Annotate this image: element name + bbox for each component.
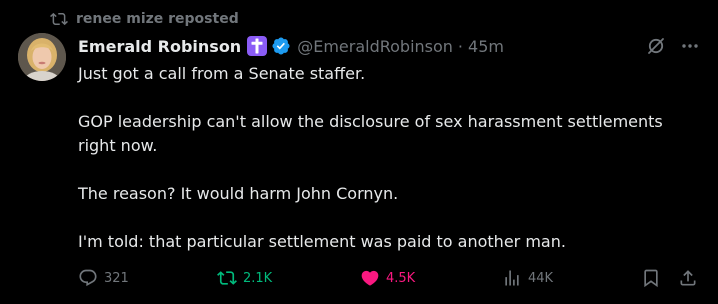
repost-banner[interactable]: renee mize reposted: [50, 9, 239, 29]
tweet-paragraph: I'm told: that particular settlement was…: [78, 232, 566, 251]
repost-button[interactable]: 2.1K: [217, 266, 272, 290]
views-button[interactable]: 44K: [502, 266, 553, 290]
share-icon: [680, 270, 696, 286]
reply-icon: [79, 269, 97, 287]
author-header: Emerald Robinson @EmeraldRobinson · 45m: [78, 34, 504, 58]
more-options-icon[interactable]: [680, 36, 700, 56]
like-button[interactable]: 4.5K: [360, 266, 415, 290]
tweet-text: Just got a call from a Senate staffer. G…: [78, 62, 698, 254]
views-icon: [505, 270, 519, 286]
repost-count: 2.1K: [243, 270, 273, 286]
action-bar: 321 2.1K 4.5K 44K: [78, 266, 702, 290]
verified-badge-icon[interactable]: [271, 36, 291, 56]
header-separator: ·: [457, 36, 464, 56]
bookmark-button[interactable]: [641, 266, 661, 290]
tweet-card[interactable]: renee mize reposted Emerald Robinson @Em…: [0, 0, 718, 304]
avatar-image: [18, 33, 66, 81]
views-count: 44K: [528, 270, 554, 286]
repost-icon: [217, 271, 237, 285]
tweet-paragraph: Just got a call from a Senate staffer.: [78, 64, 366, 83]
tweet-paragraph: The reason? It would harm John Cornyn.: [78, 184, 399, 203]
bookmark-icon: [644, 269, 658, 288]
like-count: 4.5K: [386, 270, 416, 286]
author-display-name[interactable]: Emerald Robinson: [78, 37, 241, 56]
share-button[interactable]: [678, 266, 698, 290]
grok-icon[interactable]: [646, 36, 666, 56]
reply-button[interactable]: 321: [78, 266, 129, 290]
tweet-paragraph: GOP leadership can't allow the disclosur…: [78, 112, 663, 155]
repost-banner-text[interactable]: renee mize reposted: [76, 11, 239, 27]
post-timestamp[interactable]: 45m: [468, 37, 504, 56]
latin-cross-icon: [247, 36, 268, 56]
reply-count: 321: [104, 270, 129, 286]
avatar[interactable]: [18, 33, 66, 81]
author-handle[interactable]: @EmeraldRobinson: [297, 37, 453, 56]
heart-icon: [361, 270, 379, 286]
header-actions: [646, 36, 700, 56]
repost-icon: [50, 12, 68, 26]
